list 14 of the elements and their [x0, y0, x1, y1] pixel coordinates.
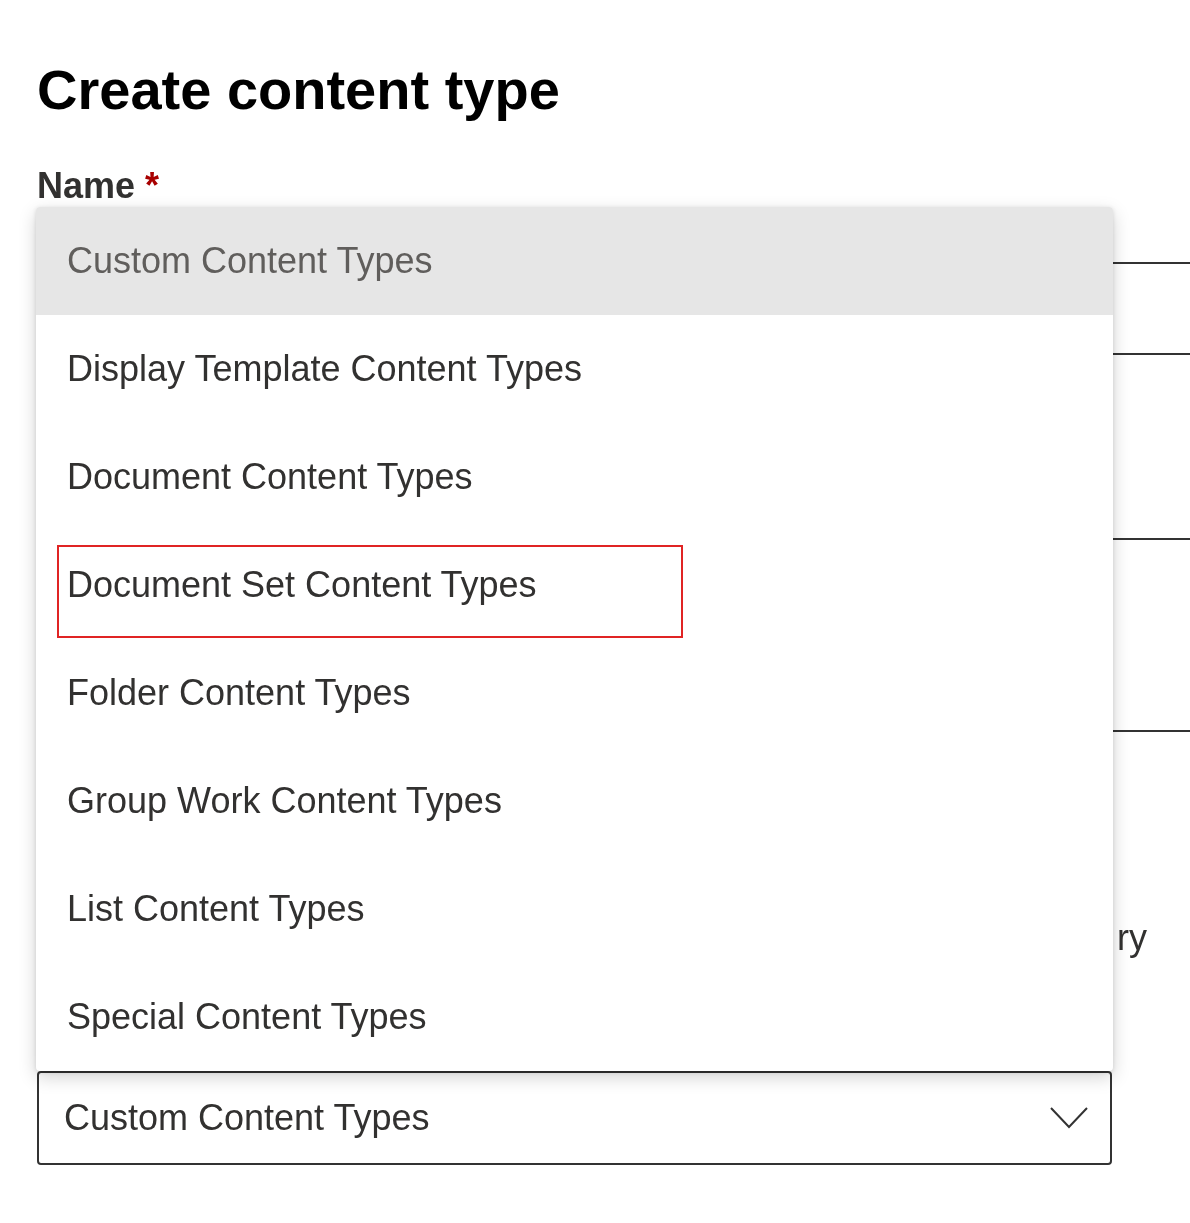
- dropdown-option[interactable]: Group Work Content Types: [36, 747, 1113, 855]
- field-label: Name: [37, 165, 136, 206]
- dropdown-field[interactable]: Custom Content Types: [37, 1071, 1112, 1165]
- page-title: Create content type: [37, 57, 561, 123]
- dropdown-option[interactable]: Folder Content Types: [36, 639, 1113, 747]
- dropdown-option[interactable]: Document Set Content Types: [36, 531, 1113, 639]
- dropdown-option[interactable]: Custom Content Types: [36, 207, 1113, 315]
- dropdown-option[interactable]: Display Template Content Types: [36, 315, 1113, 423]
- required-mark: *: [145, 165, 160, 206]
- chevron-down-icon: [1050, 1107, 1088, 1129]
- label-text: ry: [1117, 916, 1147, 960]
- dropdown-option[interactable]: List Content Types: [36, 855, 1113, 963]
- dropdown-option[interactable]: Special Content Types: [36, 963, 1113, 1071]
- dropdown-option[interactable]: Document Content Types: [36, 423, 1113, 531]
